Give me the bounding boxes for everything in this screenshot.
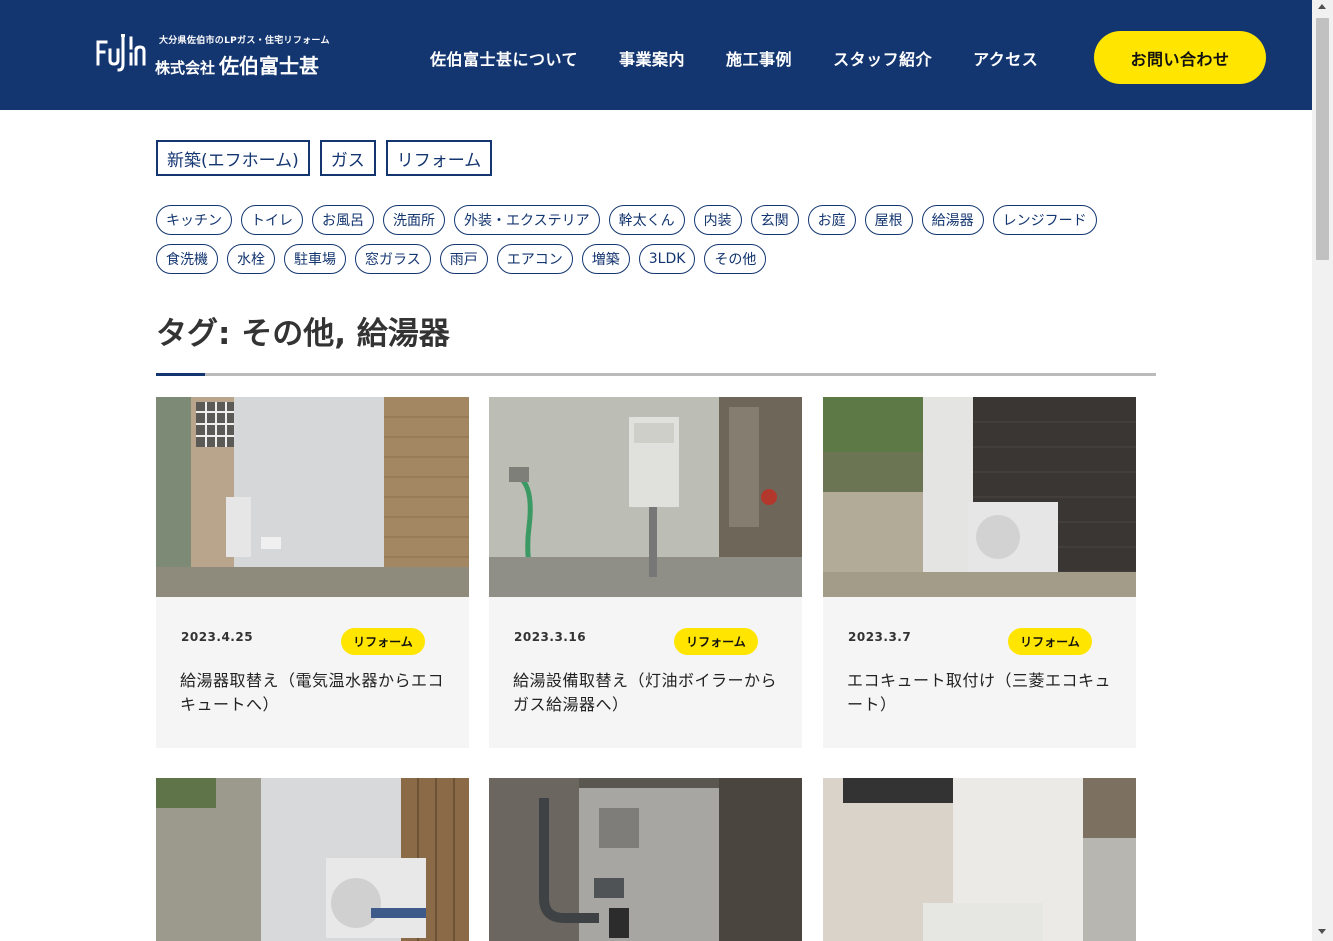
tag-item[interactable]: 外装・エクステリア — [454, 205, 600, 235]
site-logo[interactable]: 大分県佐伯市のLPガス・住宅リフォーム 株式会社 佐伯富士甚 — [95, 32, 345, 80]
post-thumbnail[interactable] — [489, 778, 802, 941]
tag-list: キッチン トイレ お風呂 洗面所 外装・エクステリア 幹太くん 内装 玄関 お庭… — [156, 205, 1136, 283]
post-date: 2023.4.25 — [181, 630, 254, 644]
post-thumbnail[interactable] — [156, 778, 469, 941]
contact-button[interactable]: お問い合わせ — [1094, 31, 1266, 84]
tag-item[interactable]: 雨戸 — [439, 244, 488, 274]
tag-item[interactable]: 給湯器 — [921, 205, 984, 235]
tag-item[interactable]: 幹太くん — [608, 205, 685, 235]
tag-item[interactable]: 内装 — [693, 205, 742, 235]
company-type: 株式会社 — [155, 59, 216, 77]
tag-item[interactable]: お風呂 — [312, 205, 374, 235]
post-card[interactable]: 2023.3.7 リフォーム エコキュート取付け（三菱エコキュート） — [823, 397, 1136, 748]
post-title[interactable]: エコキュート取付け（三菱エコキュート） — [847, 669, 1112, 717]
post-card[interactable] — [489, 778, 802, 941]
post-category-badge[interactable]: リフォーム — [1008, 628, 1092, 655]
tag-item[interactable]: 窓ガラス — [355, 244, 431, 274]
post-card[interactable]: 2023.3.16 リフォーム 給湯設備取替え（灯油ボイラーからガス給湯器へ） — [489, 397, 802, 748]
post-title[interactable]: 給湯器取替え（電気温水器からエコキュートへ） — [180, 669, 445, 717]
nav-works[interactable]: 施工事例 — [726, 46, 792, 70]
company-name: 佐伯富士甚 — [219, 54, 320, 78]
nav-business[interactable]: 事業案内 — [619, 46, 685, 70]
site-header: 大分県佐伯市のLPガス・住宅リフォーム 株式会社 佐伯富士甚 佐伯富士甚について … — [0, 0, 1312, 110]
nav-about[interactable]: 佐伯富士甚について — [430, 46, 578, 70]
post-date: 2023.3.16 — [514, 630, 587, 644]
post-thumbnail[interactable] — [823, 778, 1136, 941]
nav-access[interactable]: アクセス — [973, 46, 1038, 70]
category-reform[interactable]: リフォーム — [385, 140, 493, 176]
page-title: タグ: その他, 給湯器 — [156, 316, 450, 352]
title-divider — [156, 373, 1156, 376]
post-card[interactable] — [823, 778, 1136, 941]
post-title[interactable]: 給湯設備取替え（灯油ボイラーからガス給湯器へ） — [513, 669, 778, 717]
post-date: 2023.3.7 — [848, 630, 912, 644]
post-thumbnail[interactable] — [823, 397, 1136, 597]
category-gas[interactable]: ガス — [319, 140, 376, 176]
scroll-down-arrow-icon[interactable] — [1318, 929, 1326, 934]
main-nav: 佐伯富士甚について 事業案内 施工事例 スタッフ紹介 アクセス — [430, 46, 1079, 70]
post-card[interactable]: 2023.4.25 リフォーム 給湯器取替え（電気温水器からエコキュートへ） — [156, 397, 469, 748]
category-filter: 新築(エフホーム) ガス リフォーム — [156, 140, 502, 176]
post-category-badge[interactable]: リフォーム — [341, 628, 425, 655]
tag-item[interactable]: トイレ — [241, 205, 303, 235]
tag-item[interactable]: その他 — [704, 244, 767, 274]
category-new-build[interactable]: 新築(エフホーム) — [156, 140, 310, 176]
post-category-badge[interactable]: リフォーム — [674, 628, 758, 655]
tag-item[interactable]: お庭 — [807, 205, 856, 235]
scrollbar-thumb[interactable] — [1316, 18, 1329, 260]
page-scrollbar[interactable] — [1312, 0, 1333, 941]
post-thumbnail[interactable] — [156, 397, 469, 597]
tag-item[interactable]: キッチン — [156, 205, 232, 235]
tag-item[interactable]: 駐車場 — [284, 244, 346, 274]
logo-company-name: 株式会社 佐伯富士甚 — [155, 50, 319, 79]
tag-item[interactable]: 洗面所 — [383, 205, 445, 235]
post-thumbnail[interactable] — [489, 397, 802, 597]
logo-tagline: 大分県佐伯市のLPガス・住宅リフォーム — [159, 36, 330, 46]
tag-item[interactable]: 増築 — [581, 244, 630, 274]
tag-item[interactable]: 3LDK — [638, 244, 696, 274]
tag-item[interactable]: 水栓 — [227, 244, 275, 274]
scroll-up-arrow-icon[interactable] — [1318, 4, 1326, 9]
tag-item[interactable]: 屋根 — [864, 205, 913, 235]
tag-item[interactable]: 食洗機 — [156, 244, 218, 274]
post-card[interactable] — [156, 778, 469, 941]
tag-item[interactable]: レンジフード — [992, 205, 1097, 235]
nav-staff[interactable]: スタッフ紹介 — [833, 46, 932, 70]
title-divider-accent — [156, 373, 205, 376]
tag-item[interactable]: 玄関 — [750, 205, 799, 235]
fujijin-logo-icon — [96, 34, 146, 72]
tag-item[interactable]: エアコン — [496, 244, 573, 274]
